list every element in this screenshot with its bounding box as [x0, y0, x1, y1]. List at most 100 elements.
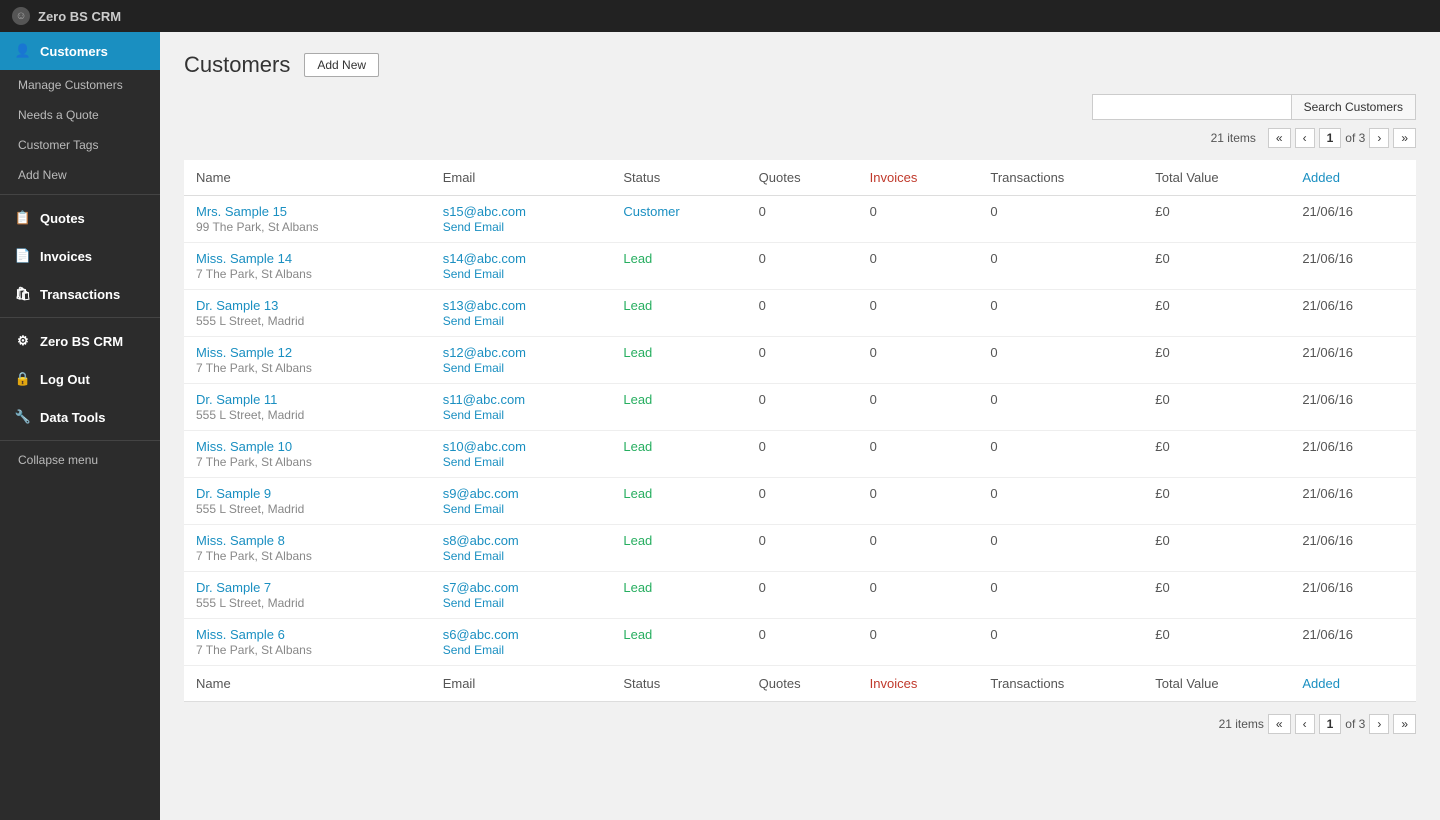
customer-address: 99 The Park, St Albans [196, 220, 319, 234]
send-email-link[interactable]: Send Email [443, 549, 504, 563]
add-new-button[interactable]: Add New [304, 53, 379, 77]
sidebar: 👤 Customers Manage Customers Needs a Quo… [0, 32, 160, 820]
cell-status: Lead [611, 384, 746, 431]
sidebar-item-customers[interactable]: 👤 Customers [0, 32, 160, 70]
prev-page-btn-top[interactable]: ‹ [1295, 128, 1315, 148]
sidebar-invoices-label: Invoices [40, 249, 92, 264]
cell-quotes: 0 [747, 619, 858, 666]
customer-name-link[interactable]: Mrs. Sample 15 [196, 204, 419, 219]
sidebar-sub-manage-customers[interactable]: Manage Customers [0, 70, 160, 100]
customer-name-link[interactable]: Dr. Sample 13 [196, 298, 419, 313]
sidebar-zero-bs-label: Zero BS CRM [40, 334, 123, 349]
sidebar-item-data-tools[interactable]: 🔧 Data Tools [0, 398, 160, 436]
status-badge: Lead [623, 486, 652, 501]
customer-name-link[interactable]: Dr. Sample 9 [196, 486, 419, 501]
cell-status: Lead [611, 243, 746, 290]
cell-name: Miss. Sample 6 7 The Park, St Albans [184, 619, 431, 666]
last-page-btn-top[interactable]: » [1393, 128, 1416, 148]
send-email-link[interactable]: Send Email [443, 455, 504, 469]
table-row: Miss. Sample 12 7 The Park, St Albans s1… [184, 337, 1416, 384]
first-page-btn-top[interactable]: « [1268, 128, 1291, 148]
user-avatar-icon: ☺ [12, 7, 30, 25]
sidebar-add-new-label: Add New [18, 168, 67, 182]
cell-name: Miss. Sample 14 7 The Park, St Albans [184, 243, 431, 290]
send-email-link[interactable]: Send Email [443, 220, 504, 234]
customer-name-link[interactable]: Miss. Sample 8 [196, 533, 419, 548]
cell-quotes: 0 [747, 572, 858, 619]
cell-status: Lead [611, 525, 746, 572]
topbar: ☺ Zero BS CRM [0, 0, 1440, 32]
cell-added: 21/06/16 [1290, 384, 1416, 431]
first-page-btn-bottom[interactable]: « [1268, 714, 1291, 734]
send-email-link[interactable]: Send Email [443, 643, 504, 657]
send-email-link[interactable]: Send Email [443, 361, 504, 375]
quotes-icon: 📋 [14, 209, 32, 227]
email-link[interactable]: s10@abc.com [443, 439, 600, 454]
table-row: Dr. Sample 13 555 L Street, Madrid s13@a… [184, 290, 1416, 337]
email-link[interactable]: s13@abc.com [443, 298, 600, 313]
customer-name-link[interactable]: Miss. Sample 6 [196, 627, 419, 642]
email-link[interactable]: s11@abc.com [443, 392, 600, 407]
cell-transactions: 0 [978, 243, 1143, 290]
cell-quotes: 0 [747, 431, 858, 478]
send-email-link[interactable]: Send Email [443, 596, 504, 610]
email-link[interactable]: s15@abc.com [443, 204, 600, 219]
data-tools-icon: 🔧 [14, 408, 32, 426]
cell-name: Miss. Sample 8 7 The Park, St Albans [184, 525, 431, 572]
cell-added: 21/06/16 [1290, 431, 1416, 478]
cell-status: Lead [611, 431, 746, 478]
main-content: Customers Add New Search Customers 21 it… [160, 32, 1440, 820]
pagination-bottom: 21 items « ‹ 1 of 3 › » [184, 714, 1416, 734]
email-link[interactable]: s6@abc.com [443, 627, 600, 642]
col-added-footer: Added [1290, 666, 1416, 702]
col-status-footer: Status [611, 666, 746, 702]
cell-invoices: 0 [858, 337, 979, 384]
sidebar-item-log-out[interactable]: 🔒 Log Out [0, 360, 160, 398]
send-email-link[interactable]: Send Email [443, 314, 504, 328]
sidebar-item-collapse-menu[interactable]: Collapse menu [0, 445, 160, 475]
sidebar-item-invoices[interactable]: 📄 Invoices [0, 237, 160, 275]
email-link[interactable]: s12@abc.com [443, 345, 600, 360]
sidebar-sub-add-new[interactable]: Add New [0, 160, 160, 190]
status-badge: Lead [623, 298, 652, 313]
cell-total-value: £0 [1143, 243, 1290, 290]
email-link[interactable]: s9@abc.com [443, 486, 600, 501]
col-transactions: Transactions [978, 160, 1143, 196]
sidebar-data-tools-label: Data Tools [40, 410, 106, 425]
cell-status: Lead [611, 572, 746, 619]
sidebar-sub-needs-a-quote[interactable]: Needs a Quote [0, 100, 160, 130]
customer-name-link[interactable]: Miss. Sample 10 [196, 439, 419, 454]
sidebar-sub-customer-tags[interactable]: Customer Tags [0, 130, 160, 160]
customer-name-link[interactable]: Miss. Sample 14 [196, 251, 419, 266]
cell-total-value: £0 [1143, 431, 1290, 478]
cell-transactions: 0 [978, 525, 1143, 572]
sidebar-item-transactions[interactable]: 🛍 Transactions [0, 275, 160, 313]
email-link[interactable]: s14@abc.com [443, 251, 600, 266]
customer-name-link[interactable]: Dr. Sample 7 [196, 580, 419, 595]
items-count-bottom: 21 items [1219, 717, 1264, 731]
next-page-btn-top[interactable]: › [1369, 128, 1389, 148]
sidebar-item-quotes[interactable]: 📋 Quotes [0, 199, 160, 237]
search-button[interactable]: Search Customers [1292, 94, 1416, 120]
last-page-btn-bottom[interactable]: » [1393, 714, 1416, 734]
cell-email: s9@abc.com Send Email [431, 478, 612, 525]
search-input[interactable] [1092, 94, 1292, 120]
prev-page-btn-bottom[interactable]: ‹ [1295, 714, 1315, 734]
sidebar-item-zero-bs-crm[interactable]: ⚙ Zero BS CRM [0, 322, 160, 360]
table-row: Mrs. Sample 15 99 The Park, St Albans s1… [184, 196, 1416, 243]
cell-email: s13@abc.com Send Email [431, 290, 612, 337]
email-link[interactable]: s7@abc.com [443, 580, 600, 595]
cell-invoices: 0 [858, 431, 979, 478]
email-link[interactable]: s8@abc.com [443, 533, 600, 548]
send-email-link[interactable]: Send Email [443, 408, 504, 422]
next-page-btn-bottom[interactable]: › [1369, 714, 1389, 734]
col-invoices: Invoices [858, 160, 979, 196]
send-email-link[interactable]: Send Email [443, 502, 504, 516]
send-email-link[interactable]: Send Email [443, 267, 504, 281]
lock-icon: 🔒 [14, 370, 32, 388]
customer-name-link[interactable]: Miss. Sample 12 [196, 345, 419, 360]
col-invoices-footer: Invoices [858, 666, 979, 702]
cell-status: Lead [611, 337, 746, 384]
customer-name-link[interactable]: Dr. Sample 11 [196, 392, 419, 407]
cell-invoices: 0 [858, 478, 979, 525]
